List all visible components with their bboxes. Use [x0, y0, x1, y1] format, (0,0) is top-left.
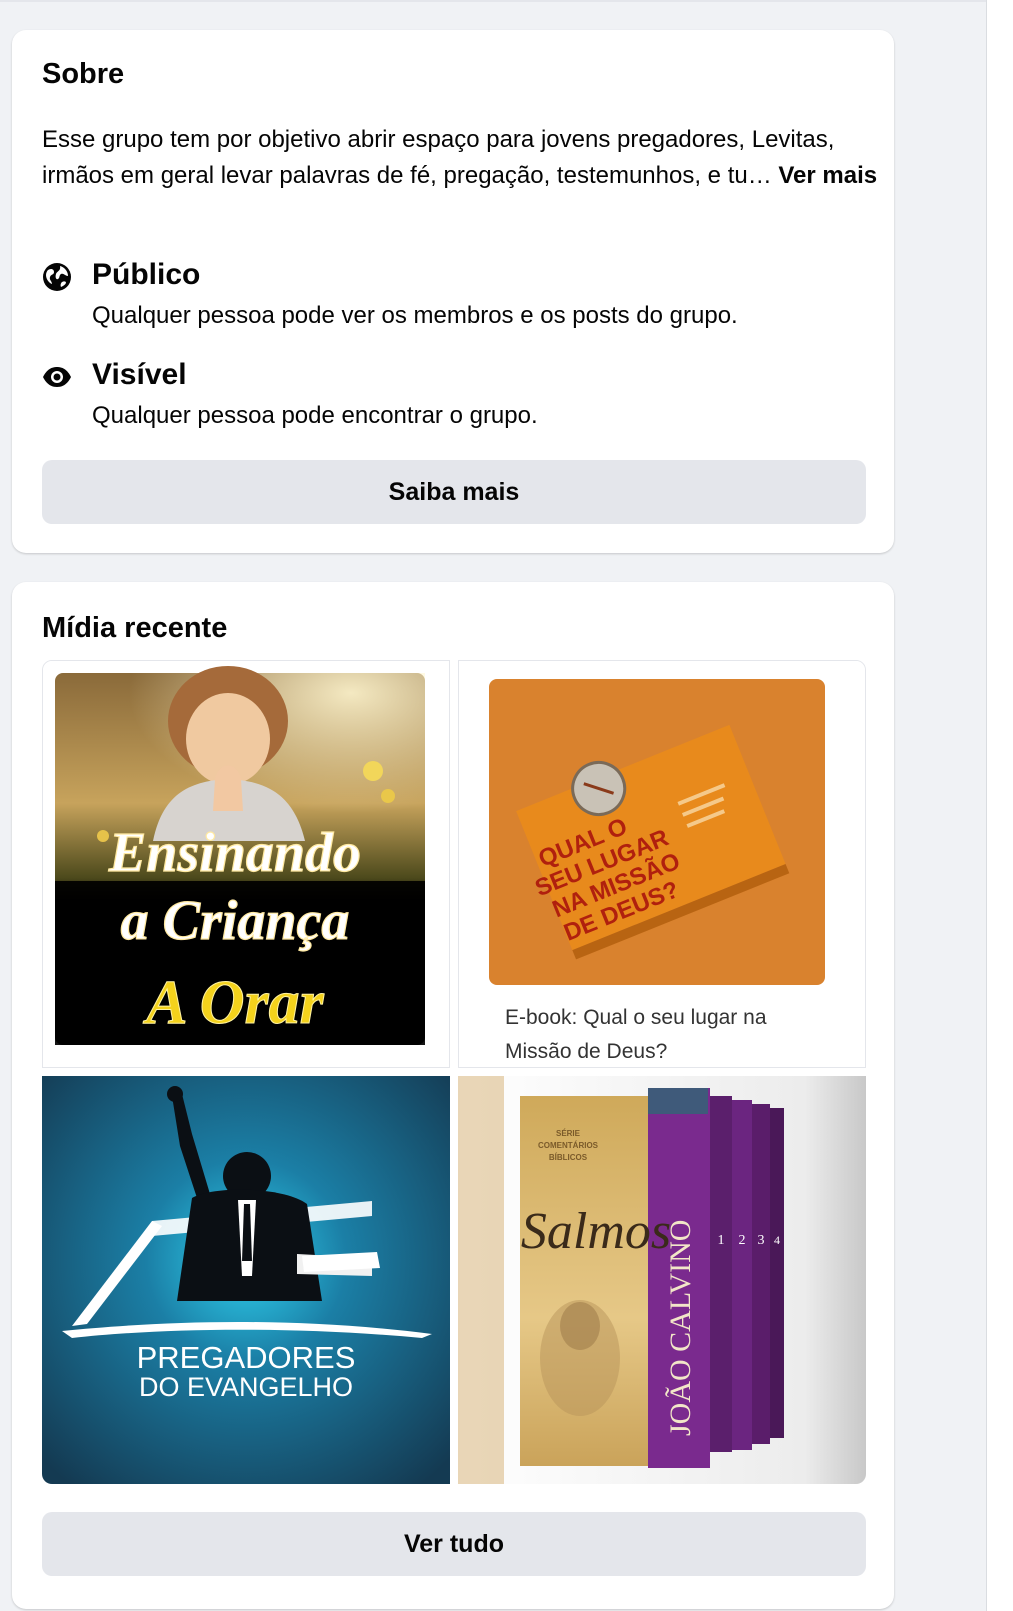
media-grid: Ensinando a Criança A Orar QUAL O SEU LU… [42, 660, 866, 1484]
media-item-ebook[interactable]: QUAL O SEU LUGAR NA MISSÃO DE DEUS? E-bo… [458, 660, 866, 1068]
privacy-description: Qualquer pessoa pode ver os membros e os… [92, 302, 738, 329]
eye-icon [42, 362, 72, 392]
right-scroll-gutter [986, 0, 1013, 1611]
tile1-line2: a Criança [121, 890, 350, 952]
boxset-volume-3: 3 [758, 1233, 765, 1248]
boxset-volume-1: 1 [718, 1233, 725, 1248]
group-description-text: Esse grupo tem por objetivo abrir espaço… [42, 126, 835, 189]
see-all-button[interactable]: Ver tudo [42, 1512, 866, 1576]
boxset-series-line1: SÉRIE [556, 1129, 581, 1138]
see-more-link[interactable]: Ver mais [778, 162, 877, 189]
tile1-line1: Ensinando [108, 822, 361, 884]
boxset-author: JOÃO CALVINO [664, 1220, 697, 1436]
media-item-preachers[interactable]: PREGADORES DO EVANGELHO [42, 1076, 450, 1484]
boxset-series-line3: BÍBLICOS [549, 1153, 588, 1162]
tile1-line3: A Orar [142, 969, 324, 1037]
globe-icon [42, 262, 72, 292]
media-item-psalms-boxset[interactable]: SÉRIE COMENTÁRIOS BÍBLICOS Salmos JOÃO C… [458, 1076, 866, 1484]
privacy-title: Público [92, 258, 201, 291]
recent-media-card: Mídia recente Ensinando a Criança A Orar… [12, 582, 894, 1609]
tile3-line1: PREGADORES [137, 1340, 356, 1375]
learn-more-button[interactable]: Saiba mais [42, 460, 866, 524]
recent-media-title: Mídia recente [42, 612, 228, 644]
boxset-series-line2: COMENTÁRIOS [538, 1141, 599, 1150]
boxset-volume-4: 4 [774, 1233, 780, 1247]
about-title: Sobre [42, 58, 125, 90]
visibility-description: Qualquer pessoa pode encontrar o grupo. [92, 402, 538, 429]
about-card: Sobre Esse grupo tem por objetivo abrir … [12, 30, 894, 553]
visibility-title: Visível [92, 358, 187, 391]
top-divider [0, 0, 1013, 2]
tile3-line2: DO EVANGELHO [139, 1372, 353, 1402]
boxset-title: Salmos [521, 1203, 671, 1260]
group-description: Esse grupo tem por objetivo abrir espaço… [42, 122, 882, 194]
boxset-volume-2: 2 [739, 1233, 746, 1248]
media-item-praying-child[interactable]: Ensinando a Criança A Orar [42, 660, 450, 1068]
ebook-caption: E-book: Qual o seu lugar na Missão de De… [505, 1006, 767, 1063]
